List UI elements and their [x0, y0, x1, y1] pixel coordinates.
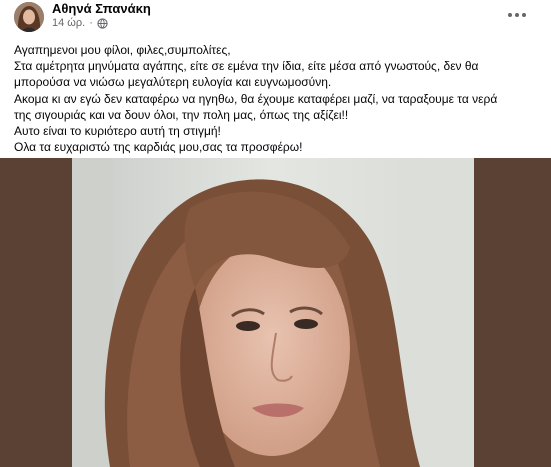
post-line: Στα αμέτρητα μηνύματα αγάπης, είτε σε εμ… — [14, 59, 479, 74]
post-photo[interactable] — [0, 158, 551, 467]
post-line: Αγαπημενοι μου φίλοι, φιλες,συμπολίτες, — [14, 43, 231, 57]
avatar[interactable] — [14, 2, 44, 32]
portrait-photo — [72, 158, 474, 467]
post-card: Αθηνά Σπανάκη 14 ώρ. · Αγαπημενοι μου φί… — [0, 0, 551, 467]
author-name[interactable]: Αθηνά Σπανάκη — [52, 1, 151, 16]
post-line: Αυτο είναι το κυριότερο αυτή τη στιγμή! — [14, 124, 221, 139]
avatar-photo — [14, 2, 44, 32]
post-line: Ολα τα ευχαριστώ της καρδιάς μου,σας τα … — [14, 140, 303, 155]
post-timestamp[interactable]: 14 ώρ. — [52, 17, 85, 29]
post-body: Αγαπημενοι μου φίλοι, φιλες,συμπολίτες, … — [14, 42, 539, 155]
post-line: Ακομα κι αν εγώ δεν καταφέρω να ηγηθω, θ… — [14, 91, 498, 106]
post-meta: 14 ώρ. · — [52, 17, 108, 29]
globe-icon[interactable] — [97, 17, 108, 29]
post-line: μπορούσα να νιώσω μεγαλύτερη ευλογία και… — [14, 75, 332, 90]
post-line: της σιγουριάς και να δουν όλοι, την πολη… — [14, 107, 349, 122]
more-options-icon[interactable] — [505, 6, 529, 24]
